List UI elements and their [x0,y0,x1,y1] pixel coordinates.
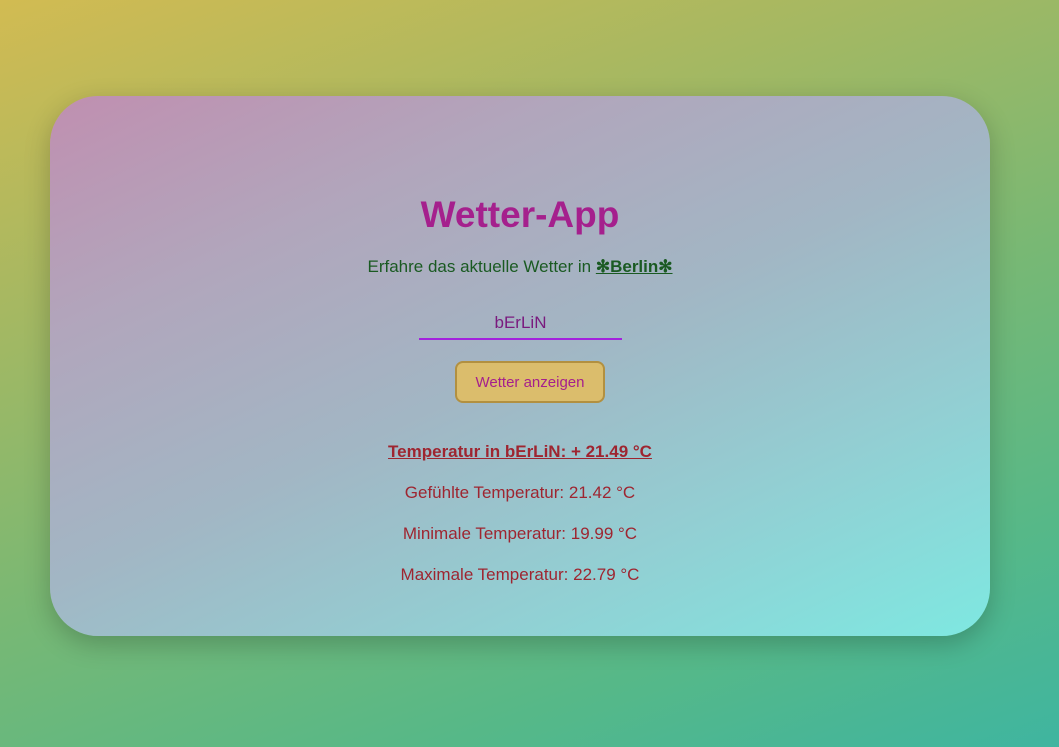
page-title: Wetter-App [420,194,620,235]
city-input-wrapper [419,308,622,340]
weather-card: Wetter-App Erfahre das aktuelle Wetter i… [50,96,990,636]
temperature-result: Temperatur in bErLiN: + 21.49 °C [388,442,652,461]
show-weather-button[interactable]: Wetter anzeigen [455,361,605,403]
subtitle-text: Erfahre das aktuelle Wetter in [367,257,596,276]
min-temp-result: Minimale Temperatur: 19.99 °C [402,524,638,543]
weather-results: Temperatur in bErLiN: + 21.49 °C Gefühlt… [50,441,990,605]
city-link[interactable]: ✻Berlin✻ [596,257,673,276]
subtitle: Erfahre das aktuelle Wetter in ✻Berlin✻ [50,256,990,278]
feels-like-result: Gefühlte Temperatur: 21.42 °C [404,483,636,502]
max-temp-result: Maximale Temperatur: 22.79 °C [400,565,640,584]
city-input[interactable] [419,308,622,340]
